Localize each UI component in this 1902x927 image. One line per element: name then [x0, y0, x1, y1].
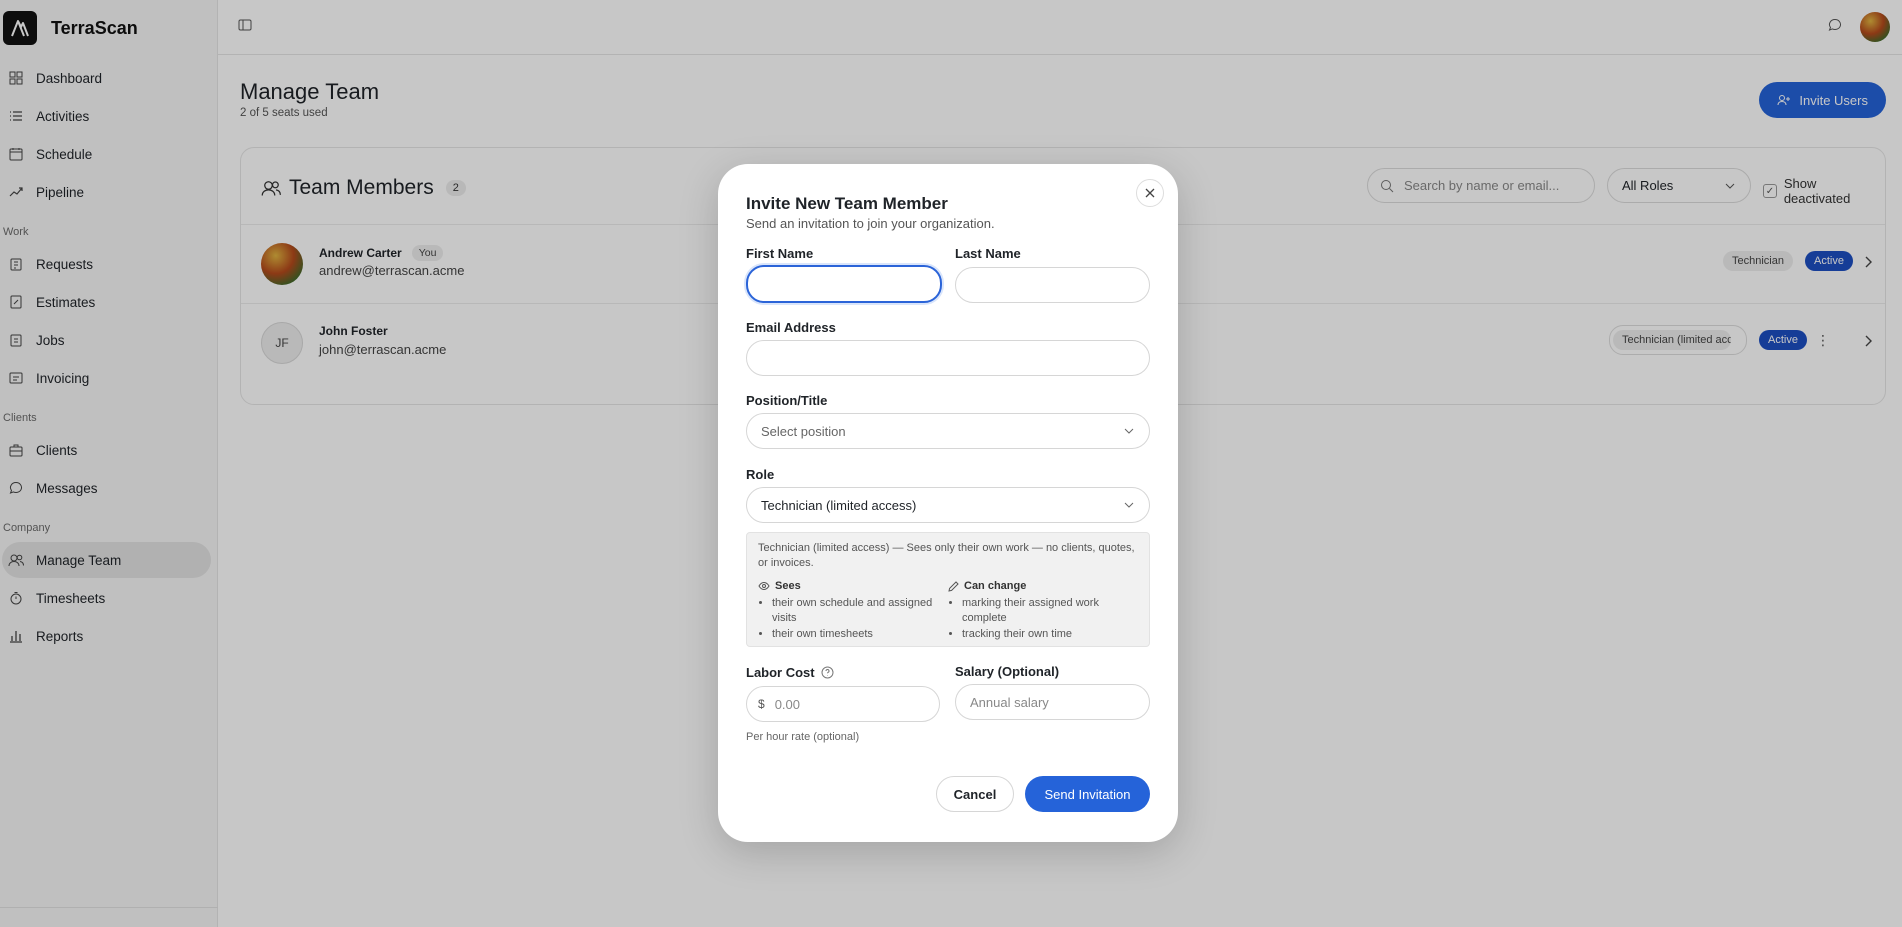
- close-icon: [1145, 188, 1155, 198]
- sees-column: Sees their own schedule and assigned vis…: [758, 580, 948, 643]
- dialog-title: Invite New Team Member: [746, 194, 948, 213]
- invite-member-dialog: Invite New Team Member Send an invitatio…: [718, 164, 1178, 842]
- role-select-value: Technician (limited access): [761, 497, 917, 513]
- eye-icon: [758, 581, 770, 591]
- list-item: marking their assigned work complete: [962, 596, 1138, 626]
- cancel-button[interactable]: Cancel: [936, 776, 1014, 812]
- last-name-label: Last Name: [955, 246, 1021, 261]
- position-select[interactable]: Select position: [746, 413, 1150, 449]
- position-placeholder: Select position: [761, 423, 846, 439]
- can-change-heading-text: Can change: [964, 580, 1027, 592]
- help-icon[interactable]: [821, 666, 834, 679]
- role-select[interactable]: Technician (limited access): [746, 487, 1150, 523]
- labor-cost-placeholder: 0.00: [774, 696, 800, 712]
- position-label: Position/Title: [746, 393, 828, 408]
- chevron-down-icon: [1123, 499, 1135, 511]
- dialog-subtitle: Send an invitation to join your organiza…: [746, 216, 995, 231]
- last-name-input[interactable]: [955, 267, 1150, 303]
- salary-input[interactable]: [955, 684, 1150, 720]
- labor-cost-label: Labor Cost: [746, 665, 834, 680]
- email-input[interactable]: [746, 340, 1150, 376]
- role-description: Technician (limited access) — Sees only …: [758, 542, 1135, 569]
- list-item: their own schedule and assigned visits: [772, 596, 948, 626]
- salary-label: Salary (Optional): [955, 664, 1060, 679]
- role-label: Role: [746, 467, 775, 482]
- chevron-down-icon: [1123, 425, 1135, 437]
- labor-cost-input[interactable]: $ 0.00: [746, 686, 940, 722]
- pencil-icon: [948, 580, 959, 592]
- sees-heading: Sees: [758, 580, 948, 592]
- labor-cost-hint: Per hour rate (optional): [746, 731, 860, 743]
- list-item: their own timesheets: [772, 627, 948, 642]
- first-name-input[interactable]: [746, 265, 942, 303]
- labor-cost-label-text: Labor Cost: [746, 665, 815, 680]
- role-permissions-panel: Technician (limited access) — Sees only …: [746, 532, 1150, 647]
- email-label: Email Address: [746, 320, 836, 335]
- currency-symbol: $: [758, 697, 765, 711]
- can-change-column: Can change marking their assigned work c…: [948, 580, 1138, 643]
- first-name-label: First Name: [746, 246, 814, 261]
- close-button[interactable]: [1136, 179, 1164, 207]
- can-change-heading: Can change: [948, 580, 1138, 592]
- sees-heading-text: Sees: [775, 580, 801, 592]
- list-item: tracking their own time: [962, 627, 1138, 642]
- send-invitation-button[interactable]: Send Invitation: [1025, 776, 1150, 812]
